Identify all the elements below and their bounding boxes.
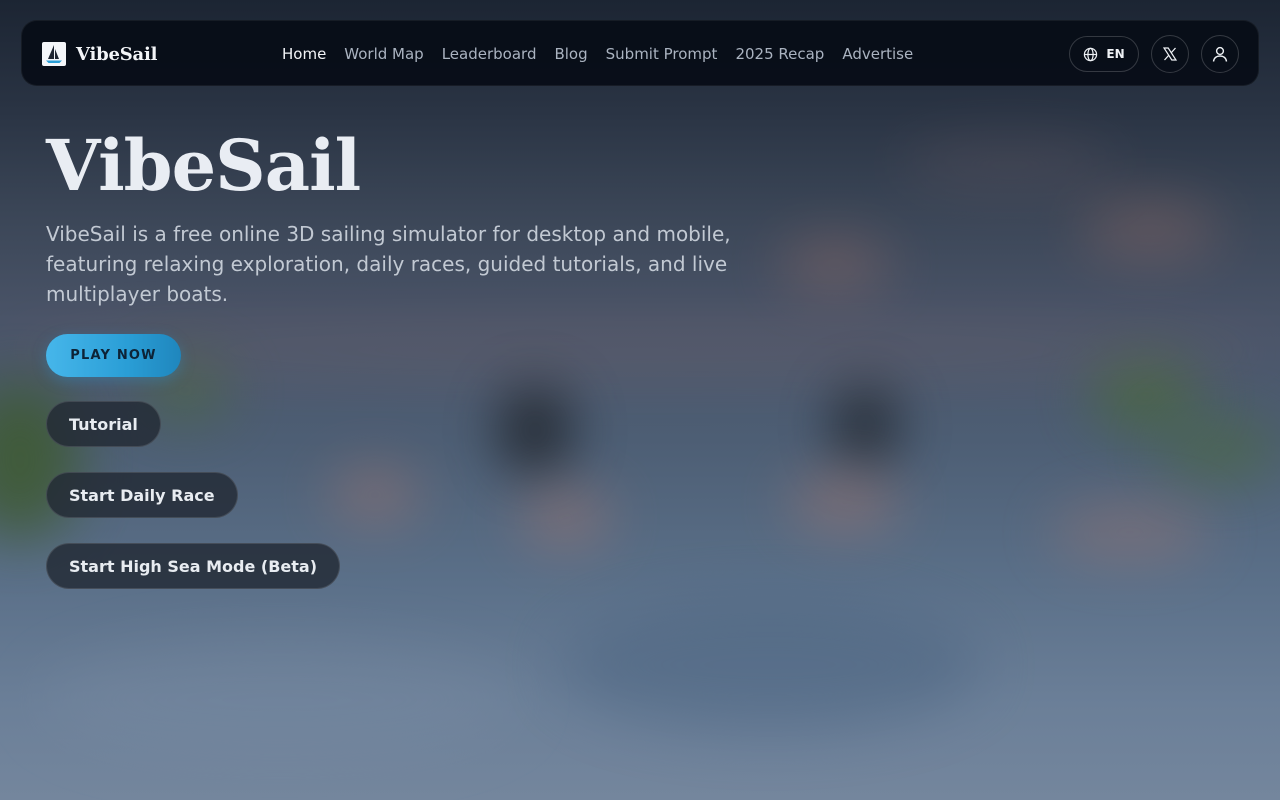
nav-link-advertise[interactable]: Advertise xyxy=(842,45,913,63)
language-label: EN xyxy=(1106,47,1125,61)
globe-icon xyxy=(1084,47,1098,61)
nav-link-leaderboard[interactable]: Leaderboard xyxy=(442,45,537,63)
brand-logo[interactable]: VibeSail xyxy=(42,42,157,66)
play-now-button[interactable]: PLAY NOW xyxy=(46,334,181,377)
nav-link-submit-prompt[interactable]: Submit Prompt xyxy=(606,45,718,63)
nav-link-blog[interactable]: Blog xyxy=(554,45,587,63)
brand-name: VibeSail xyxy=(76,43,158,65)
x-logo-icon xyxy=(1163,47,1177,61)
nav-link-2025-recap[interactable]: 2025 Recap xyxy=(735,45,824,63)
start-daily-race-button[interactable]: Start Daily Race xyxy=(46,472,238,518)
hero-title: VibeSail xyxy=(46,124,361,207)
hero-description: VibeSail is a free online 3D sailing sim… xyxy=(46,222,731,306)
nav-link-home[interactable]: Home xyxy=(282,45,326,63)
page: VibeSail Home World Map Leaderboard Blog… xyxy=(0,0,1280,800)
nav-link-world-map[interactable]: World Map xyxy=(344,45,423,63)
sailboat-icon xyxy=(42,42,66,66)
start-high-sea-mode-button[interactable]: Start High Sea Mode (Beta) xyxy=(46,543,341,589)
account-button[interactable] xyxy=(1201,35,1239,73)
language-selector-button[interactable]: EN xyxy=(1069,36,1139,72)
tutorial-button[interactable]: Tutorial xyxy=(46,401,161,447)
main-nav-links: Home World Map Leaderboard Blog Submit P… xyxy=(282,21,931,87)
top-navigation-bar: VibeSail Home World Map Leaderboard Blog… xyxy=(21,20,1259,86)
user-icon xyxy=(1212,46,1228,62)
x-social-button[interactable] xyxy=(1151,35,1189,73)
